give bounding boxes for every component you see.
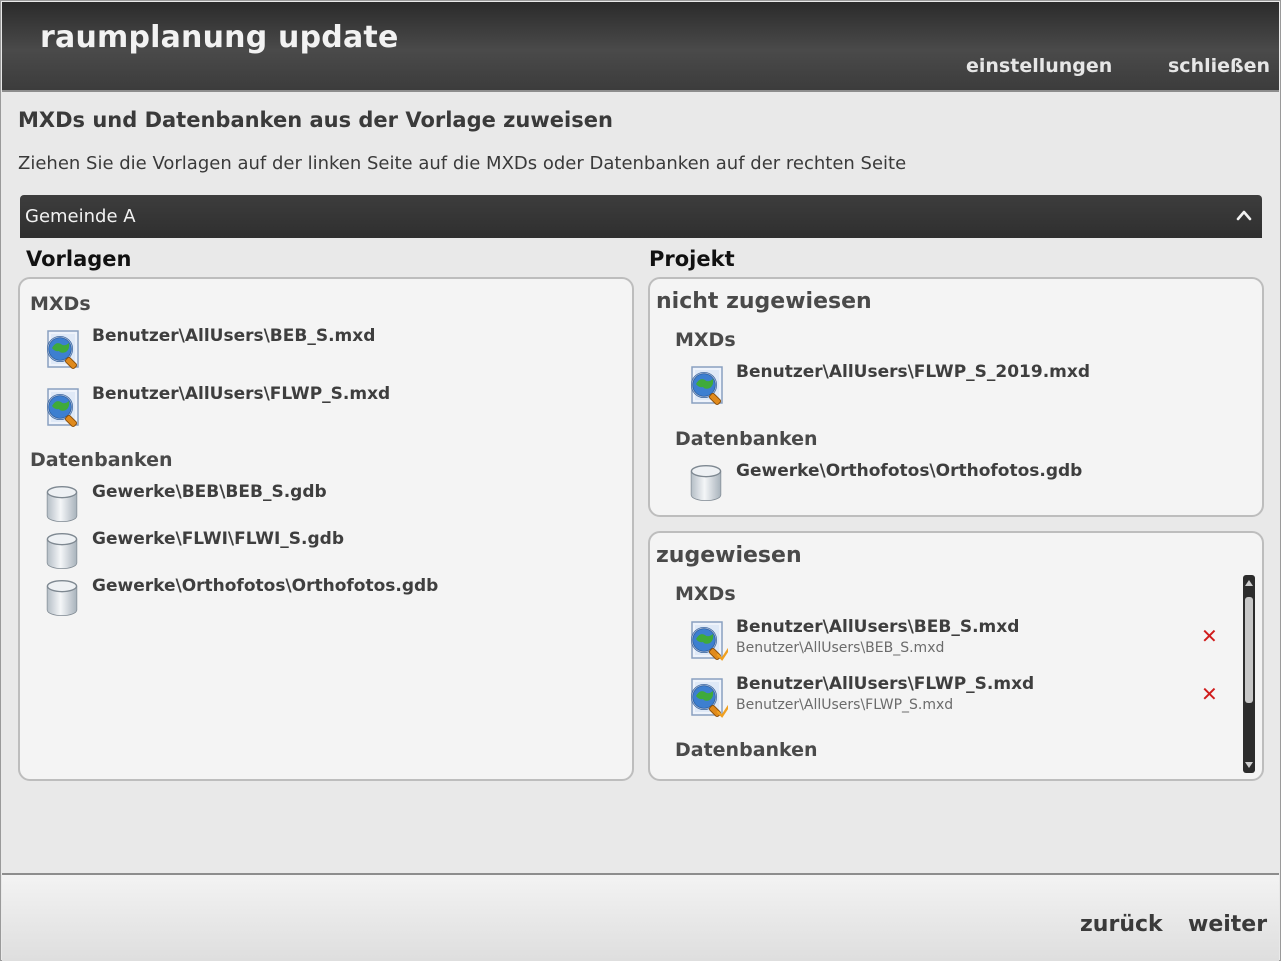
template-db-item[interactable]: Gewerke\FLWI\FLWI_S.gdb [42, 529, 622, 579]
template-mxd-item[interactable]: Benutzer\AllUsers\FLWP_S.mxd [40, 384, 620, 434]
map-document-checked-icon [684, 676, 728, 720]
next-button[interactable]: weiter [1188, 912, 1267, 937]
item-source: Benutzer\AllUsers\FLWP_S.mxd [736, 697, 954, 713]
templates-panel: MXDs Benutzer\AllUsers\BEB_S.mxd Benutze… [18, 277, 634, 781]
template-db-item[interactable]: Gewerke\Orthofotos\Orthofotos.gdb [42, 576, 622, 626]
assigned-mxd-item[interactable]: Benutzer\AllUsers\BEB_S.mxd Benutzer\All… [684, 617, 1204, 667]
unassigned-db-item[interactable]: Gewerke\Orthofotos\Orthofotos.gdb [686, 461, 1246, 511]
templates-db-heading: Datenbanken [30, 449, 173, 471]
group-header-bar[interactable]: Gemeinde A [20, 195, 1262, 238]
unassigned-mxd-item[interactable]: Benutzer\AllUsers\FLWP_S_2019.mxd [684, 362, 1244, 412]
database-icon [42, 531, 82, 571]
scroll-down-arrow-icon[interactable] [1245, 762, 1253, 768]
project-heading: Projekt [649, 247, 735, 271]
item-name: Gewerke\FLWI\FLWI_S.gdb [92, 529, 345, 549]
scroll-up-arrow-icon[interactable] [1245, 580, 1253, 586]
page-title: MXDs und Datenbanken aus der Vorlage zuw… [18, 108, 613, 132]
item-name: Benutzer\AllUsers\FLWP_S.mxd [736, 674, 1035, 694]
item-name: Gewerke\BEB\BEB_S.gdb [92, 482, 327, 502]
assigned-mxd-heading: MXDs [675, 583, 736, 605]
close-link[interactable]: schließen [1168, 55, 1270, 77]
map-document-checked-icon [684, 619, 728, 663]
database-icon [686, 463, 726, 503]
assigned-mxd-item[interactable]: Benutzer\AllUsers\FLWP_S.mxd Benutzer\Al… [684, 674, 1204, 724]
database-icon [42, 578, 82, 618]
footer-bar: zurück weiter [2, 873, 1279, 961]
database-icon [42, 484, 82, 524]
remove-assignment-button[interactable]: ✕ [1201, 624, 1218, 648]
back-button[interactable]: zurück [1080, 912, 1163, 937]
item-name: Benutzer\AllUsers\BEB_S.mxd [92, 326, 376, 346]
chevron-up-icon[interactable] [1236, 209, 1252, 221]
item-name: Benutzer\AllUsers\FLWP_S.mxd [92, 384, 391, 404]
templates-heading: Vorlagen [26, 247, 132, 271]
remove-assignment-button[interactable]: ✕ [1201, 682, 1218, 706]
unassigned-db-heading: Datenbanken [675, 428, 818, 450]
settings-link[interactable]: einstellungen [966, 55, 1112, 77]
assigned-panel: zugewiesen MXDs Benutzer\AllUsers\BEB_S.… [648, 531, 1264, 781]
page-instructions: Ziehen Sie die Vorlagen auf der linken S… [18, 153, 907, 174]
templates-mxd-heading: MXDs [30, 293, 91, 315]
template-mxd-item[interactable]: Benutzer\AllUsers\BEB_S.mxd [40, 326, 620, 376]
map-document-icon [40, 386, 84, 430]
scrollbar-thumb[interactable] [1245, 597, 1253, 703]
map-document-icon [684, 364, 728, 408]
item-source: Benutzer\AllUsers\BEB_S.mxd [736, 640, 945, 656]
item-name: Benutzer\AllUsers\FLWP_S_2019.mxd [736, 362, 1091, 382]
assigned-db-heading: Datenbanken [675, 739, 818, 761]
item-name: Gewerke\Orthofotos\Orthofotos.gdb [92, 576, 439, 596]
unassigned-heading: nicht zugewiesen [656, 289, 872, 314]
assigned-heading: zugewiesen [656, 543, 802, 568]
map-document-icon [40, 328, 84, 372]
template-db-item[interactable]: Gewerke\BEB\BEB_S.gdb [42, 482, 622, 532]
unassigned-panel: nicht zugewiesen MXDs Benutzer\AllUsers\… [648, 277, 1264, 517]
item-name: Benutzer\AllUsers\BEB_S.mxd [736, 617, 1020, 637]
group-label: Gemeinde A [25, 206, 136, 227]
app-title: raumplanung update [40, 20, 399, 55]
item-name: Gewerke\Orthofotos\Orthofotos.gdb [736, 461, 1083, 481]
app-header: raumplanung update einstellungen schließ… [2, 2, 1279, 92]
assigned-scrollbar[interactable] [1243, 575, 1255, 773]
unassigned-mxd-heading: MXDs [675, 329, 736, 351]
